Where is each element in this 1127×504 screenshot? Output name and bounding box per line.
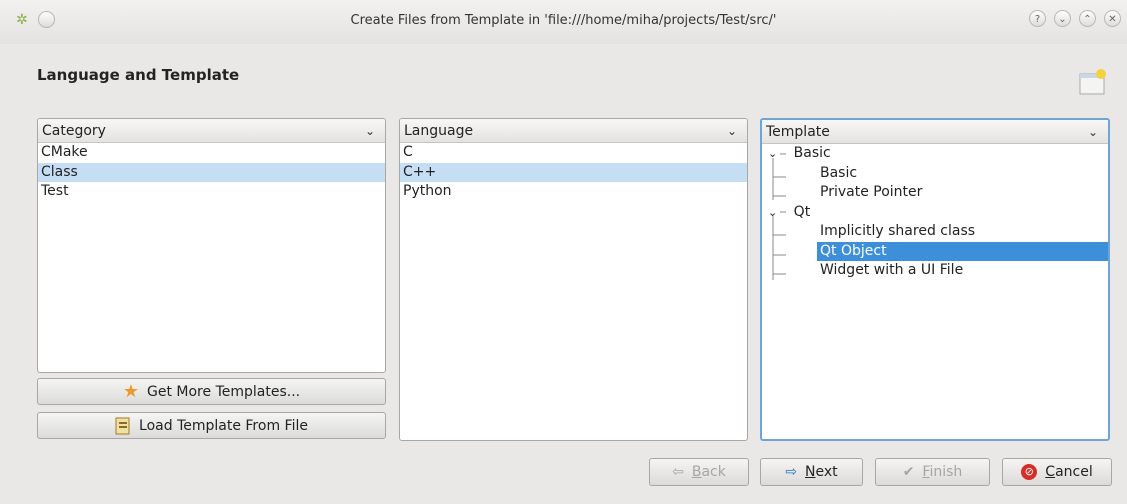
next-button[interactable]: ⇨ Next	[760, 458, 863, 486]
cancel-icon: ⊘	[1021, 464, 1038, 480]
tree-item[interactable]: Implicitly shared class	[820, 222, 975, 242]
tree-group-basic[interactable]: ⌄ Basic	[768, 144, 831, 164]
template-combobox[interactable]: Template ⌄	[762, 120, 1108, 144]
language-panel: Language ⌄ C C++ Python	[399, 118, 748, 441]
tree-branch-lines	[772, 153, 786, 280]
category-list[interactable]: CMake Class Test	[38, 143, 385, 202]
window-title: Create Files from Template in 'file:///h…	[350, 13, 777, 28]
back-button[interactable]: ⇦ Back	[649, 458, 749, 486]
page-title: Language and Template	[37, 66, 240, 84]
help-icon[interactable]: ?	[1029, 10, 1046, 27]
list-item[interactable]: Test	[38, 182, 385, 202]
chevron-down-icon: ⌄	[726, 123, 737, 138]
maximize-icon[interactable]: ⌃	[1079, 10, 1096, 27]
list-item-selected[interactable]: C++	[400, 162, 747, 182]
finish-button[interactable]: ✔ Finish	[875, 458, 990, 486]
tree-item-selected[interactable]: Qt Object	[817, 241, 1108, 261]
language-list[interactable]: C C++ Python	[400, 143, 747, 202]
template-panel: Template ⌄ ⌄ Basic Basic Private Pointer…	[760, 118, 1110, 441]
title-bar[interactable]: ✲ Create Files from Template in 'file://…	[0, 0, 1127, 44]
arrow-left-icon: ⇦	[672, 464, 684, 480]
checkmark-icon: ✔	[902, 464, 915, 480]
chevron-down-icon: ⌄	[364, 123, 375, 138]
close-icon[interactable]: ✕	[1104, 10, 1121, 27]
tree-item[interactable]: Private Pointer	[820, 183, 922, 203]
language-combobox[interactable]: Language ⌄	[400, 119, 747, 143]
category-combobox[interactable]: Category ⌄	[38, 119, 385, 143]
list-item[interactable]: Python	[400, 182, 747, 202]
tree-item[interactable]: Widget with a UI File	[820, 261, 963, 281]
chevron-down-icon: ⌄	[1087, 124, 1098, 139]
new-file-icon	[1079, 69, 1106, 95]
get-more-templates-button[interactable]: ★ Get More Templates...	[37, 378, 386, 405]
list-item[interactable]: CMake	[38, 143, 385, 163]
expand-arrow-icon[interactable]: ⌄	[768, 206, 777, 219]
list-item[interactable]: C	[400, 143, 747, 163]
category-header: Category	[42, 122, 106, 139]
tree-item[interactable]: Basic	[820, 164, 857, 184]
star-icon: ★	[122, 381, 140, 402]
template-tree[interactable]: ⌄ Basic Basic Private Pointer ⌄ Qt Impli…	[762, 144, 1108, 434]
document-open-icon	[115, 417, 130, 434]
minimize-icon[interactable]: ⌄	[1054, 10, 1071, 27]
category-panel: Category ⌄ CMake Class Test	[37, 118, 386, 373]
arrow-right-icon: ⇨	[785, 464, 798, 480]
expand-arrow-icon[interactable]: ⌄	[768, 147, 777, 160]
cancel-button[interactable]: ⊘ Cancel	[1002, 458, 1112, 486]
tree-group-qt[interactable]: ⌄ Qt	[768, 203, 810, 223]
load-template-from-file-button[interactable]: Load Template From File	[37, 412, 386, 439]
language-header: Language	[404, 122, 474, 139]
template-header: Template	[766, 123, 830, 140]
list-item-selected[interactable]: Class	[38, 162, 385, 182]
